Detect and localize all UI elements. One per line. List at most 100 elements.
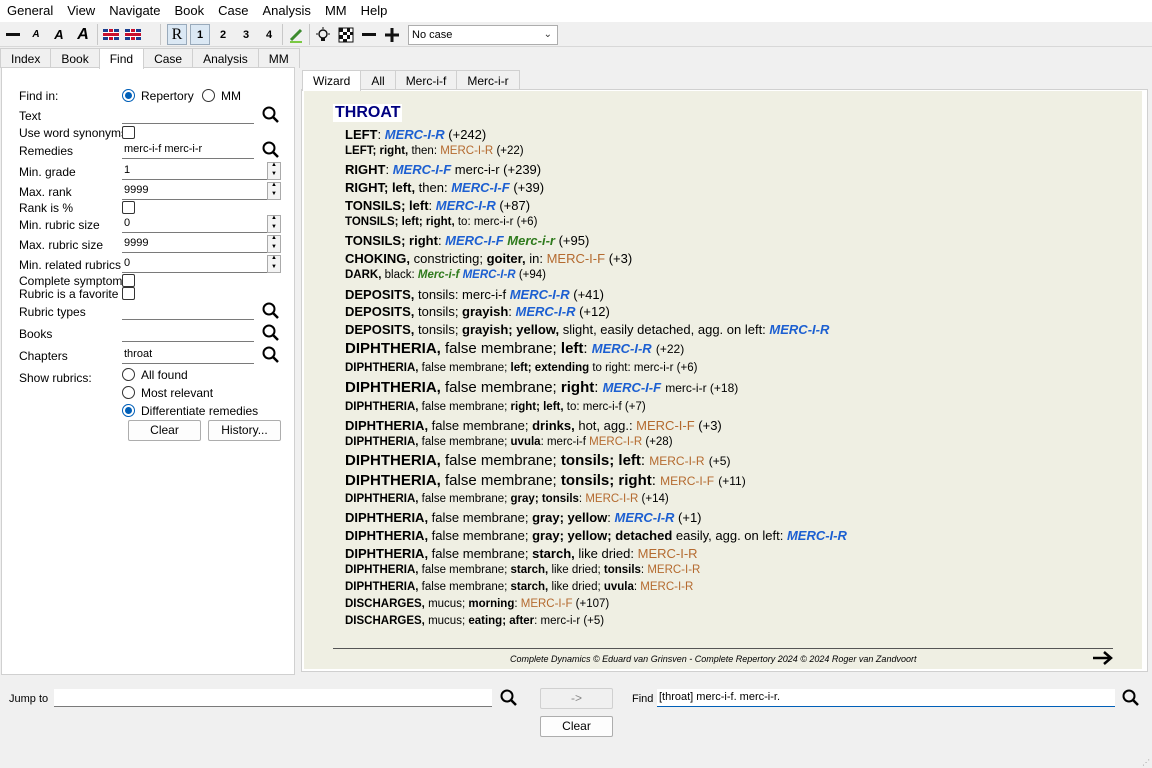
font-smaller-icon[interactable]: A [28,24,44,45]
min-grade-input[interactable]: 1 [122,162,267,180]
menu-mm[interactable]: MM [318,0,354,22]
rubric-line[interactable]: DIPHTHERIA, false membrane; right: MERC-… [345,379,738,396]
rubric-line[interactable]: DIPHTHERIA, false membrane; gray; yellow… [345,528,847,543]
jump-to-input[interactable] [54,689,492,707]
complete-checkbox[interactable] [122,274,135,287]
rubric-line[interactable]: DIPHTHERIA, false membrane; gray; tonsil… [345,493,669,505]
rubric-line[interactable]: DIPHTHERIA, false membrane; starch, like… [345,564,700,576]
menu-view[interactable]: View [60,0,102,22]
rubric-line[interactable]: RIGHT: MERC-I-F merc-i-r (+239) [345,162,541,177]
menu-help[interactable]: Help [354,0,395,22]
find-search-icon[interactable] [1121,688,1141,708]
radio-differentiate[interactable] [122,404,135,417]
go-button[interactable]: -> [540,688,613,709]
grid-icon[interactable] [336,24,356,45]
tab-index[interactable]: Index [0,48,52,68]
books-search-icon[interactable] [261,323,281,343]
rubric-line[interactable]: DIPHTHERIA, false membrane; uvula: merc-… [345,436,673,448]
menu-navigate[interactable]: Navigate [102,0,167,22]
rubric-line[interactable]: CHOKING, constricting; goiter, in: MERC-… [345,251,632,266]
remedies-search-icon[interactable] [261,140,281,160]
books-input[interactable] [122,324,254,342]
rubric-line[interactable]: DIPHTHERIA, false membrane; starch, like… [345,581,693,593]
radio-repertory[interactable] [122,89,135,102]
plus-icon[interactable] [382,24,402,45]
search-icon[interactable] [261,105,281,125]
min-rubric-stepper[interactable] [267,215,281,233]
tab-case[interactable]: Case [143,48,194,68]
tab-find[interactable]: Find [98,48,145,69]
max-rank-input[interactable]: 9999 [122,182,267,200]
min-related-stepper[interactable] [267,255,281,273]
find-input[interactable]: [throat] merc-i-f. merc-i-r. [657,689,1115,707]
uk-flag-secondary-icon[interactable] [124,24,142,45]
rank-pct-checkbox[interactable] [122,201,135,214]
rubric-line[interactable]: DIPHTHERIA, false membrane; left: MERC-I… [345,340,684,357]
favorite-checkbox[interactable] [122,287,135,300]
view-1-button[interactable]: 1 [190,24,210,45]
arrow-right-icon[interactable] [1092,650,1114,666]
menu-analysis[interactable]: Analysis [256,0,318,22]
remedies-input[interactable]: merc-i-f merc-i-r [122,141,254,159]
highlighter-icon[interactable] [286,24,306,45]
rubric-line[interactable]: DIPHTHERIA, false membrane; left; extend… [345,362,697,374]
radio-all-found[interactable] [122,368,135,381]
rubric-line[interactable]: LEFT; right, then: MERC-I-R (+22) [345,145,524,157]
font-normal-icon[interactable]: A [50,24,68,45]
tab-book[interactable]: Book [50,48,100,68]
rubric-line[interactable]: DISCHARGES, mucus; morning: MERC-I-F (+1… [345,598,609,610]
rubric-line[interactable]: LEFT: MERC-I-R (+242) [345,127,486,142]
lightbulb-icon[interactable] [313,24,333,45]
view-3-button[interactable]: 3 [237,24,255,45]
rubric-line[interactable]: TONSILS; left; right, to: merc-i-r (+6) [345,216,537,228]
tab-analysis[interactable]: Analysis [192,48,259,68]
rubric-line[interactable]: DIPHTHERIA, false membrane; gray; yellow… [345,510,702,525]
synonyms-checkbox[interactable] [122,126,135,139]
tab-wizard[interactable]: Wizard [302,70,362,91]
rubric-line[interactable]: DIPHTHERIA, false membrane; drinks, hot,… [345,418,722,433]
rubric-line[interactable]: DIPHTHERIA, false membrane; right; left,… [345,401,646,413]
menu-case[interactable]: Case [211,0,255,22]
view-2-button[interactable]: 2 [214,24,232,45]
rubric-line[interactable]: DEPOSITS, tonsils; grayish: MERC-I-R (+1… [345,304,610,319]
text-input[interactable] [122,106,254,124]
view-repertory-button[interactable]: R [167,24,187,45]
max-rubric-stepper[interactable] [267,235,281,253]
rubric-line[interactable]: DEPOSITS, tonsils: merc-i-f MERC-I-R (+4… [345,287,604,302]
bottom-clear-button[interactable]: Clear [540,716,613,737]
font-larger-icon[interactable]: A [74,24,92,45]
radio-most-relevant[interactable] [122,386,135,399]
uk-flag-icon[interactable] [102,24,120,45]
collapse-icon[interactable] [4,24,22,45]
menu-book[interactable]: Book [168,0,212,22]
max-rank-stepper[interactable] [267,182,281,200]
history-button[interactable]: History... [208,420,281,441]
chapters-input[interactable]: throat [122,346,254,364]
tab-mm[interactable]: MM [257,48,300,68]
case-select[interactable]: No case ⌄ [408,25,558,45]
max-rubric-input[interactable]: 9999 [122,235,267,253]
minus-icon[interactable] [359,24,379,45]
rubric-line[interactable]: DIPHTHERIA, false membrane; tonsils; lef… [345,452,730,469]
rubric-line[interactable]: DEPOSITS, tonsils; grayish; yellow, slig… [345,322,829,337]
radio-mm[interactable] [202,89,215,102]
tab-merc-i-f[interactable]: Merc-i-f [394,70,458,90]
jump-search-icon[interactable] [499,688,519,708]
rubric-line[interactable]: DARK, black: Merc-i-f MERC-I-R (+94) [345,269,546,281]
rubric-line[interactable]: DIPHTHERIA, false membrane; tonsils; rig… [345,472,746,489]
menu-general[interactable]: General [0,0,60,22]
rubric-line[interactable]: DIPHTHERIA, false membrane; starch, like… [345,546,698,561]
rubric-types-search-icon[interactable] [261,301,281,321]
resize-grip-icon[interactable]: ⋰ [1142,758,1150,767]
rubric-types-input[interactable] [122,302,254,320]
view-4-button[interactable]: 4 [260,24,278,45]
min-rubric-input[interactable]: 0 [122,215,267,233]
tab-all[interactable]: All [360,70,396,90]
tab-merc-i-r[interactable]: Merc-i-r [456,70,520,90]
min-grade-stepper[interactable] [267,162,281,180]
chapters-search-icon[interactable] [261,345,281,365]
clear-button[interactable]: Clear [128,420,201,441]
min-related-input[interactable]: 0 [122,255,267,273]
rubric-line[interactable]: RIGHT; left, then: MERC-I-F (+39) [345,180,544,195]
rubric-line[interactable]: TONSILS; right: MERC-I-F Merc-i-r (+95) [345,233,589,248]
